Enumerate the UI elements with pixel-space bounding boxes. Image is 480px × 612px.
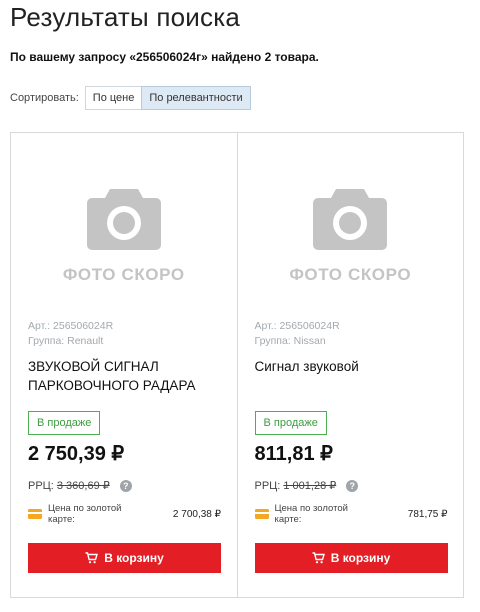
rrp-row: РРЦ: 3 360,69 ₽ ? xyxy=(28,479,132,492)
product-group: Группа: Renault xyxy=(28,335,104,347)
camera-icon xyxy=(86,189,161,250)
sort-label: Сортировать: xyxy=(10,92,79,104)
product-photo-placeholder[interactable]: ФОТО СКОРО xyxy=(238,183,464,293)
product-price: 811,81 ₽ xyxy=(254,443,333,465)
product-article: Арт.: 256506024R xyxy=(254,320,340,332)
product-card: ФОТО СКОРО Арт.: 256506024R Группа: Rena… xyxy=(11,133,237,597)
product-price: 2 750,39 ₽ xyxy=(28,443,125,465)
gold-card-icon xyxy=(254,509,269,519)
page-title: Результаты поиска xyxy=(10,2,241,32)
search-summary: По вашему запросу «256506024г» найдено 2… xyxy=(10,50,319,64)
product-meta: Арт.: 256506024R Группа: Renault xyxy=(28,319,113,349)
sort-by-relevance-button[interactable]: По релевантности xyxy=(141,86,251,110)
photo-soon-text: ФОТО СКОРО xyxy=(289,265,412,284)
add-to-cart-label: В корзину xyxy=(104,551,164,565)
rrp-row: РРЦ: 1 001,28 ₽ ? xyxy=(255,479,359,492)
add-to-cart-button[interactable]: В корзину xyxy=(254,543,448,573)
gold-card-icon xyxy=(28,509,42,519)
product-name-link[interactable]: Сигнал звуковой xyxy=(255,357,450,376)
gold-card-label: Цена по золотой карте: xyxy=(274,503,348,525)
availability-badge: В продаже xyxy=(254,411,327,435)
rrp-value: 1 001,28 ₽ xyxy=(283,480,337,492)
sort-by-price-button[interactable]: По цене xyxy=(84,86,143,110)
rrp-value: 3 360,69 ₽ xyxy=(56,480,110,492)
rrp-label: РРЦ: xyxy=(254,479,281,492)
availability-badge: В продаже xyxy=(28,411,101,435)
gold-card-price-row: Цена по золотой карте: 2 700,38 ₽ xyxy=(28,503,221,525)
cart-icon xyxy=(312,552,325,564)
question-icon[interactable]: ? xyxy=(119,479,132,492)
gold-card-price-row: Цена по золотой карте: 781,75 ₽ xyxy=(254,503,448,525)
cart-icon xyxy=(85,552,99,564)
add-to-cart-button[interactable]: В корзину xyxy=(28,543,221,573)
gold-card-label: Цена по золотой карте: xyxy=(48,503,122,525)
add-to-cart-label: В корзину xyxy=(330,551,391,565)
product-photo-placeholder[interactable]: ФОТО СКОРО xyxy=(11,183,237,293)
product-name-link[interactable]: ЗВУКОВОЙ СИГНАЛ ПАРКОВОЧНОГО РАДАРА xyxy=(28,357,223,395)
photo-soon-text: ФОТО СКОРО xyxy=(62,265,185,284)
product-article: Арт.: 256506024R xyxy=(28,320,114,332)
camera-icon xyxy=(313,189,388,250)
question-icon[interactable]: ? xyxy=(346,479,359,492)
product-grid: ФОТО СКОРО Арт.: 256506024R Группа: Rena… xyxy=(10,132,464,598)
product-meta: Арт.: 256506024R Группа: Nissan xyxy=(255,319,340,349)
sort-bar: Сортировать: По цене По релевантности xyxy=(10,86,251,110)
product-card: ФОТО СКОРО Арт.: 256506024R Группа: Niss… xyxy=(236,133,464,597)
rrp-label: РРЦ: xyxy=(28,479,54,492)
gold-card-price: 2 700,38 ₽ xyxy=(172,508,221,520)
product-group: Группа: Nissan xyxy=(254,335,326,347)
gold-card-price: 781,75 ₽ xyxy=(407,508,448,520)
